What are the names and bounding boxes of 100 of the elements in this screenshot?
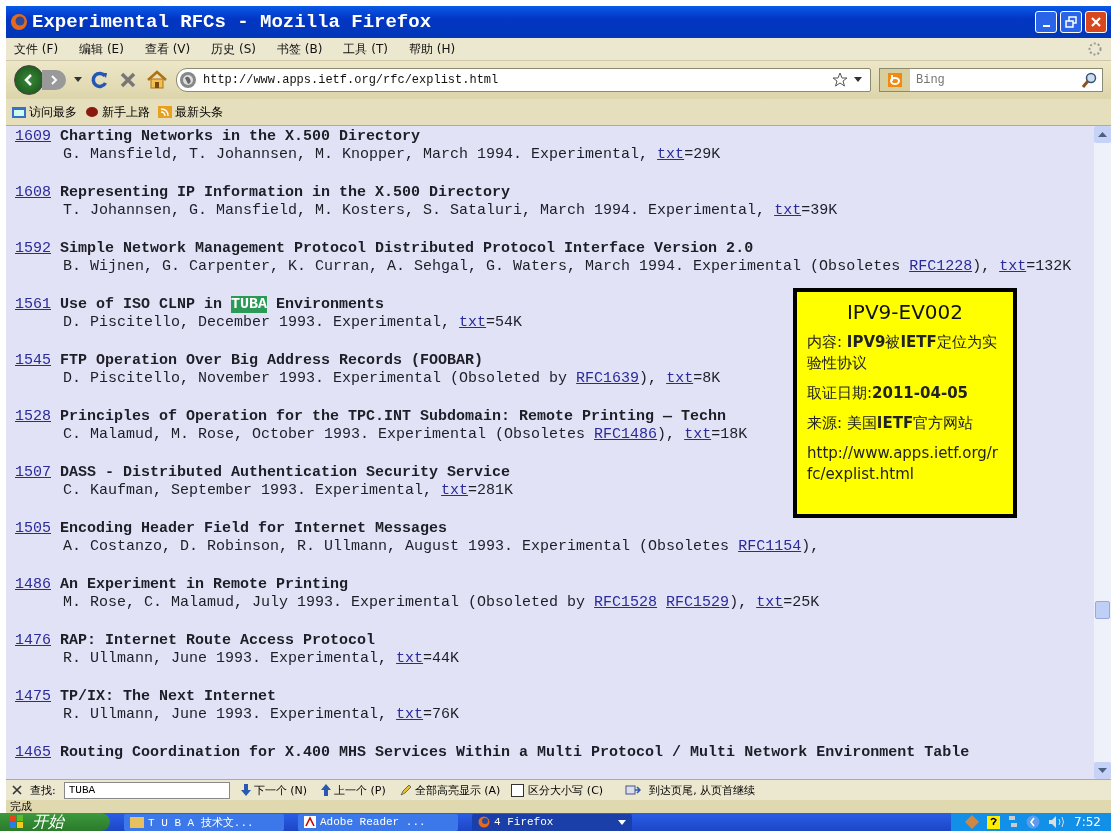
rfc-number-link[interactable]: 1545 — [15, 352, 51, 369]
throbber-icon — [1087, 41, 1103, 57]
status-text: 完成 — [10, 800, 32, 813]
rfc-link[interactable]: RFC1228 — [909, 258, 973, 275]
address-field[interactable]: http://www.apps.ietf.org/rfc/explist.html — [176, 68, 871, 92]
diamond-icon — [965, 815, 980, 829]
find-button[interactable]: 上一个 (P) — [318, 782, 389, 798]
rfc-details: T. Johannsen, G. Mansfield, M. Kosters, S. Sataluri, March 1994. Experimental, — [63, 202, 767, 219]
rfc-link[interactable]: txt — [756, 594, 784, 611]
note-text: 来源: 美国IETF官方网站 — [807, 413, 975, 434]
rfc-title: Routing Coordination for X.400 MHS Services Within a Multi Protocol / Multi Network Environment Table — [60, 744, 970, 761]
bookmark-label: 访问最多 — [29, 103, 77, 121]
rfc-number-link[interactable]: 1475 — [15, 688, 51, 705]
rfc-link[interactable]: txt — [774, 202, 802, 219]
rfc-link[interactable]: RFC1528 — [594, 594, 658, 611]
rfc-details: D. Piscitello, December 1993. Experimental, — [63, 314, 452, 331]
rfc-link[interactable]: txt — [459, 314, 487, 331]
rfc-link[interactable]: txt — [441, 482, 469, 499]
close-icon[interactable] — [12, 785, 22, 795]
find-button[interactable]: 下一个 (N) — [237, 782, 311, 798]
search-field[interactable]: Bing — [879, 68, 1103, 92]
scroll-down-icon[interactable] — [1094, 762, 1111, 779]
menu-item[interactable]: 历史 (S) — [211, 40, 257, 58]
url-text: http://www.apps.ietf.org/rfc/explist.html — [203, 73, 500, 87]
window-title: Experimental RFCs - Mozilla Firefox — [32, 11, 432, 33]
rfc-details: C. Malamud, M. Rose, October 1993. Experimental (Obsoletes — [63, 426, 587, 443]
search-input[interactable]: Bing — [914, 72, 1078, 88]
menu-item[interactable]: 文件 (F) — [14, 40, 59, 58]
rfc-number-link[interactable]: 1609 — [15, 128, 51, 145]
dropdown-icon[interactable] — [854, 77, 862, 83]
rfc-details: ), — [639, 370, 659, 387]
bookmark-item[interactable]: 访问最多 — [12, 103, 77, 121]
rfc-title: DASS - Distributed Authentication Security Service — [60, 464, 511, 481]
rfc-details: G. Mansfield, T. Johannsen, M. Knopper, March 1994. Experimental, — [63, 146, 650, 163]
scroll-thumb[interactable] — [1095, 601, 1110, 619]
dropdown-icon[interactable] — [74, 77, 82, 83]
menu-item[interactable]: 工具 (T) — [343, 40, 388, 58]
rfc-link[interactable]: txt — [396, 706, 424, 723]
start-label: 开始 — [32, 811, 64, 831]
bookmark-item[interactable]: 最新头条 — [158, 103, 223, 121]
search-engine-icon — [888, 73, 902, 87]
bookmark-label: 最新头条 — [175, 103, 223, 121]
rfc-link[interactable]: txt — [684, 426, 712, 443]
menu-item[interactable]: 书签 (B) — [277, 40, 323, 58]
rfc-link[interactable]: txt — [396, 650, 424, 667]
taskbar-label: 4 Firefox — [494, 816, 554, 828]
rfc-link[interactable]: RFC1486 — [594, 426, 658, 443]
rfc-number-link[interactable]: 1505 — [15, 520, 51, 537]
menu-item[interactable]: 编辑 (E) — [79, 40, 124, 58]
find-field[interactable]: TUBA — [63, 781, 230, 799]
star-icon[interactable] — [832, 72, 848, 88]
chevron-icon[interactable] — [1026, 815, 1041, 829]
rfc-number-link[interactable]: 1528 — [15, 408, 51, 425]
rfc-number-link[interactable]: 1608 — [15, 184, 51, 201]
rfc-link[interactable]: txt — [999, 258, 1027, 275]
scroll-up-icon[interactable] — [1094, 126, 1111, 143]
find-status-message: 到达页尾, 从页首继续 — [649, 782, 756, 798]
find-button[interactable]: 全部高亮显示 (A) — [396, 782, 504, 798]
network-icon — [1008, 815, 1019, 829]
checkbox[interactable] — [511, 783, 525, 797]
rfc-link[interactable]: txt — [666, 370, 694, 387]
rfc-title: FTP Operation Over Big Address Records (FOOBAR) — [60, 352, 484, 369]
close-button[interactable] — [1085, 11, 1107, 33]
speaker-icon — [1048, 815, 1067, 829]
taskbar-button[interactable]: Adobe Reader ... — [298, 813, 458, 831]
help-icon — [987, 815, 1001, 829]
rfc-number-link[interactable]: 1561 — [15, 296, 51, 313]
rfc-title: Charting Networks in the X.500 Directory — [60, 128, 421, 145]
rfc-link[interactable]: txt — [657, 146, 685, 163]
rfc-number-link[interactable]: 1486 — [15, 576, 51, 593]
rfc-link[interactable]: RFC1154 — [738, 538, 802, 555]
restore-icon — [1065, 16, 1077, 28]
home-icon[interactable] — [146, 70, 168, 90]
restore-button[interactable] — [1060, 11, 1082, 33]
scrollbar[interactable] — [1094, 126, 1111, 779]
menu-item[interactable]: 帮助 (H) — [409, 40, 456, 58]
rfc-title: Simple Network Management Protocol Distributed Protocol Interface Version 2.0 — [60, 240, 754, 257]
taskbar-button[interactable]: 4 Firefox — [472, 813, 632, 831]
taskbar-button[interactable]: T U B A 技术文... — [124, 813, 284, 831]
rfc-number-link[interactable]: 1476 — [15, 632, 51, 649]
rfc-number-link[interactable]: 1507 — [15, 464, 51, 481]
pen-icon — [399, 784, 412, 796]
start-button[interactable]: 开始 — [0, 813, 110, 831]
reload-icon[interactable] — [90, 70, 110, 90]
note-text: 内容: IPV9被IETF定位为实验性协议 — [807, 332, 998, 374]
stop-icon[interactable] — [118, 70, 138, 90]
rss-feed-icon — [158, 106, 172, 118]
rfc-number-link[interactable]: 1465 — [15, 744, 51, 761]
menu-item[interactable]: 查看 (V) — [144, 40, 191, 58]
rfc-details: ), — [972, 258, 992, 275]
back-button[interactable] — [14, 65, 44, 95]
search-icon[interactable] — [1082, 72, 1098, 88]
rfc-link[interactable]: RFC1639 — [576, 370, 640, 387]
bookmark-item[interactable]: 新手上路 — [85, 103, 150, 121]
rfc-number-link[interactable]: 1592 — [15, 240, 51, 257]
rfc-link[interactable]: RFC1529 — [666, 594, 730, 611]
firefox-logo-icon — [478, 816, 490, 828]
windows-logo-icon — [10, 815, 24, 829]
rfc-details: ), — [801, 538, 820, 555]
minimize-button[interactable] — [1035, 11, 1057, 33]
